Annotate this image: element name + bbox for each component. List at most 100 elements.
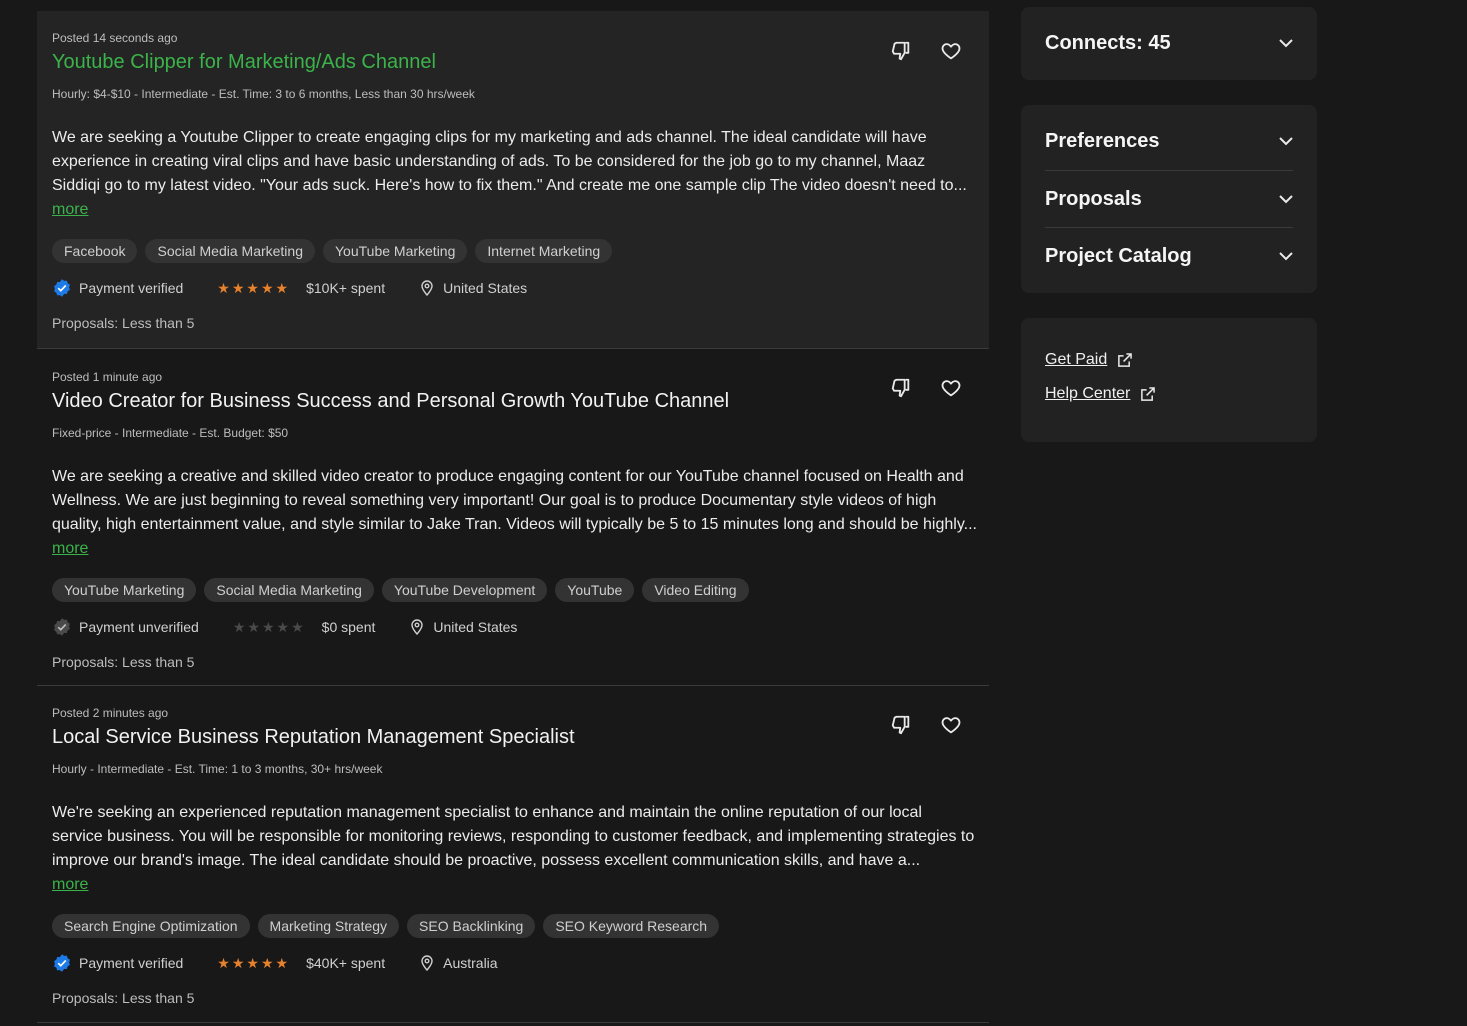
more-link[interactable]: more [52,537,88,561]
skill-tag[interactable]: YouTube [555,578,635,602]
save-job-button[interactable] [939,376,963,400]
proposals-toggle[interactable]: Proposals [1045,170,1293,227]
proposals-count: Proposals: Less than 5 [52,654,195,670]
project-catalog-label: Project Catalog [1045,244,1192,267]
skill-tag[interactable]: Search Engine Optimization [52,914,250,938]
save-job-button[interactable] [939,39,963,63]
skill-tag[interactable]: Social Media Marketing [204,578,374,602]
skill-tag[interactable]: Video Editing [642,578,749,602]
star-icon: ★ [246,955,259,971]
payment-status: Payment verified [79,955,184,971]
skill-tags: YouTube Marketing Social Media Marketing… [52,578,973,602]
help-center-label: Help Center [1045,385,1131,402]
star-icon: ★ [276,619,290,635]
star-icon: ★ [291,619,304,635]
job-feed: Posted 14 seconds ago Youtube Clipper fo… [37,11,989,1023]
star-icon: ★ [217,955,230,971]
preferences-label: Preferences [1045,130,1160,152]
heart-icon [941,717,961,734]
unverified-badge-icon [54,618,70,636]
client-spent: $0 spent [321,619,376,635]
star-icon: ★ [275,955,289,971]
location-text: United States [443,280,528,296]
thumbs-down-icon [891,378,910,398]
skill-tag[interactable]: YouTube Development [381,578,548,602]
links-panel: Get Paid Help Center [1021,318,1317,442]
skill-tags: Facebook Social Media Marketing YouTube … [52,239,973,263]
client-spent: $10K+ spent [306,280,386,296]
star-icon: ★ [260,955,274,971]
job-description: We are seeking a creative and skilled vi… [52,468,977,533]
help-center-link[interactable]: Help Center [1045,385,1293,403]
connects-label: Connects: 45 [1045,32,1171,54]
location-text: United States [433,619,518,635]
proposals-label: Proposals [1045,187,1142,210]
posted-time: Posted 1 minute ago [52,370,163,384]
skill-tag[interactable]: SEO Backlinking [407,914,536,938]
job-card[interactable]: Posted 1 minute ago Video Creator for Bu… [37,349,989,686]
job-actions [889,376,963,400]
client-rating: ★ ★ ★ ★ ★ [233,620,304,634]
dislike-button[interactable] [889,713,913,737]
star-icon: ★ [246,280,259,296]
job-card[interactable]: Posted 2 minutes ago Local Service Busin… [37,686,989,1023]
connects-toggle[interactable]: Connects: 45 [1045,7,1293,80]
dislike-button[interactable] [889,376,913,400]
client-info: Payment verified ★ ★ ★ ★ ★ $40K+ spent A… [52,954,973,972]
location-pin-icon [421,955,433,971]
job-actions [889,39,963,63]
job-description: We are seeking a Youtube Clipper to crea… [52,129,967,194]
job-description: We're seeking an experienced reputation … [52,804,975,869]
external-link-icon [1118,352,1133,367]
proposals-count: Proposals: Less than 5 [52,990,195,1006]
location-pin-icon [421,280,433,296]
skill-tag[interactable]: Facebook [52,239,138,263]
star-icon: ★ [275,280,289,296]
connects-panel: Connects: 45 [1021,7,1317,80]
star-icon: ★ [231,280,245,296]
get-paid-link[interactable]: Get Paid [1045,351,1293,369]
client-rating: ★ ★ ★ ★ ★ [217,956,288,970]
posted-time: Posted 2 minutes ago [52,706,169,720]
chevron-down-icon [1279,39,1293,48]
save-job-button[interactable] [939,713,963,737]
skill-tag[interactable]: YouTube Marketing [52,578,197,602]
skill-tag[interactable]: SEO Keyword Research [543,914,720,938]
client-spent: $40K+ spent [306,955,386,971]
settings-panel: Preferences Proposals Project Catalog [1021,105,1317,293]
thumbs-down-icon [891,41,910,61]
posted-time: Posted 14 seconds ago [52,31,178,45]
location-text: Australia [443,955,498,971]
star-icon: ★ [247,619,260,635]
client-location: United States [411,619,517,635]
more-link[interactable]: more [52,873,88,897]
skill-tag[interactable]: Internet Marketing [475,239,613,263]
payment-status: Payment verified [79,280,184,296]
job-meta: Hourly: $4-$10 - Intermediate - Est. Tim… [52,87,475,101]
job-card[interactable]: Posted 14 seconds ago Youtube Clipper fo… [37,11,989,349]
dislike-button[interactable] [889,39,913,63]
chevron-down-icon [1279,137,1293,146]
get-paid-label: Get Paid [1045,351,1108,368]
skill-tag[interactable]: YouTube Marketing [323,239,468,263]
location-pin-icon [411,619,424,635]
job-title-link[interactable]: Video Creator for Business Success and P… [52,388,973,414]
chevron-down-icon [1279,251,1293,260]
job-meta: Hourly - Intermediate - Est. Time: 1 to … [52,762,383,776]
payment-status: Payment unverified [79,619,199,635]
job-title-link[interactable]: Youtube Clipper for Marketing/Ads Channe… [52,49,973,75]
star-icon: ★ [232,619,246,635]
thumbs-down-icon [891,715,910,735]
client-rating: ★ ★ ★ ★ ★ [217,281,288,295]
proposals-count: Proposals: Less than 5 [52,315,195,331]
job-title-link[interactable]: Local Service Business Reputation Manage… [52,724,973,750]
external-link-icon [1141,386,1156,401]
skill-tag[interactable]: Marketing Strategy [257,914,400,938]
skill-tags: Search Engine Optimization Marketing Str… [52,914,973,938]
job-actions [889,713,963,737]
project-catalog-toggle[interactable]: Project Catalog [1045,227,1293,284]
more-link[interactable]: more [52,198,88,222]
verified-badge-icon [54,279,70,297]
preferences-toggle[interactable]: Preferences [1045,113,1293,170]
skill-tag[interactable]: Social Media Marketing [145,239,315,263]
